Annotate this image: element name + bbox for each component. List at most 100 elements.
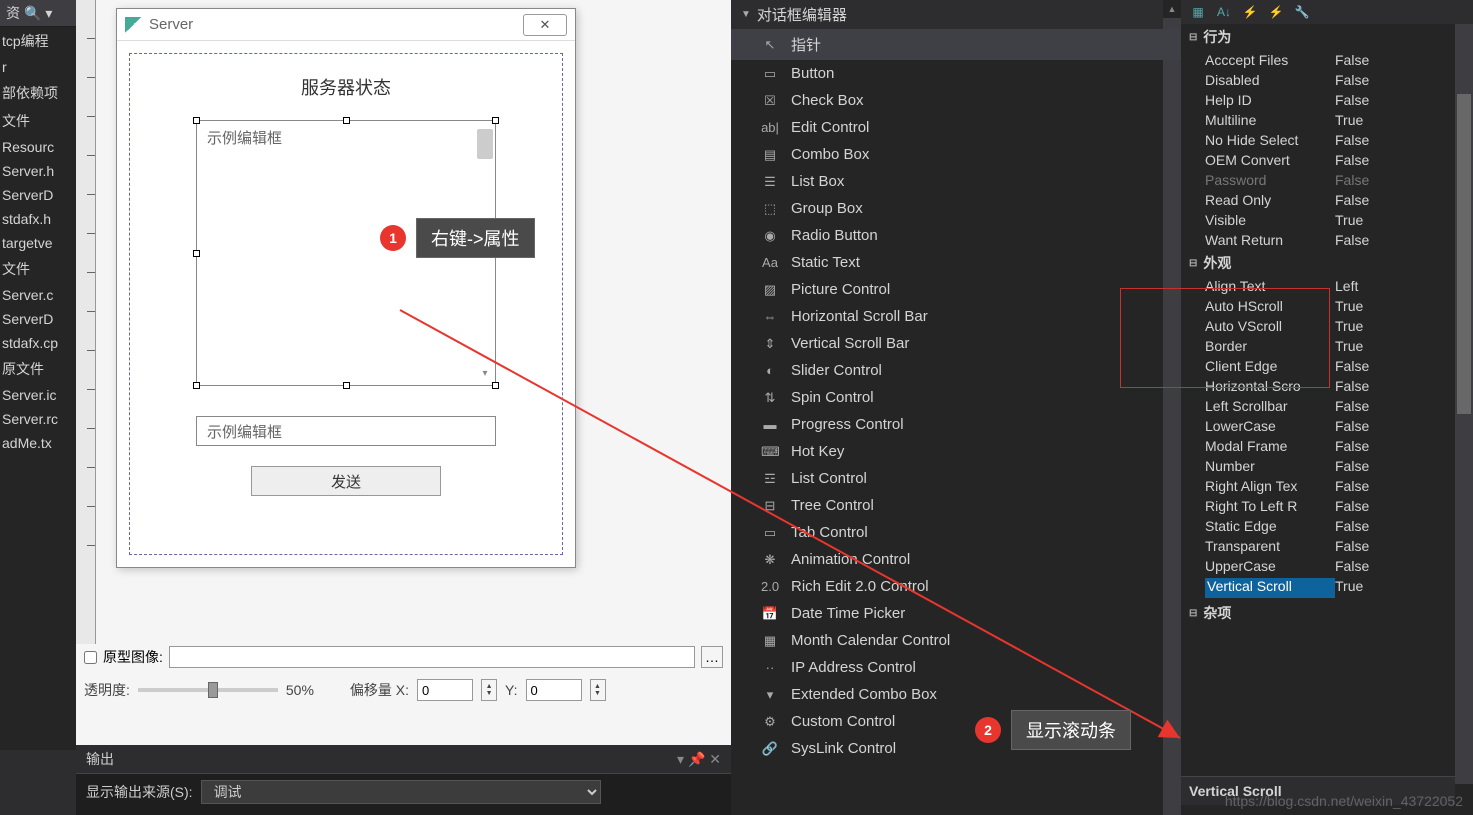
browse-button[interactable]: …: [701, 646, 723, 668]
toolbox-item[interactable]: 📅Date Time Picker: [731, 600, 1181, 627]
prop-value[interactable]: False: [1335, 398, 1473, 414]
dialog-preview-window[interactable]: Server ✕ 服务器状态 示例编辑框 ▾ 示例编辑框 发送: [116, 8, 576, 568]
toolbox-item[interactable]: ▤Combo Box: [731, 141, 1181, 168]
categorize-icon[interactable]: ▦: [1189, 3, 1207, 21]
props-group-header[interactable]: ⊟外观: [1181, 250, 1473, 276]
offset-y-input[interactable]: [526, 679, 582, 701]
expand-icon[interactable]: ⊟: [1189, 608, 1197, 619]
prop-value[interactable]: False: [1335, 478, 1473, 494]
output-panel-controls[interactable]: ▾ 📌 ✕: [677, 751, 721, 768]
spinner-y[interactable]: ▲▼: [590, 679, 606, 701]
file-item[interactable]: adMe.tx: [0, 431, 76, 455]
props-row[interactable]: No Hide SelectFalse: [1181, 130, 1473, 150]
props-group-header[interactable]: ⊟杂项: [1181, 600, 1473, 626]
props-icon[interactable]: ⚡: [1241, 3, 1259, 21]
props-scrollbar[interactable]: [1455, 24, 1473, 784]
props-row[interactable]: Right Align TexFalse: [1181, 476, 1473, 496]
prop-value[interactable]: False: [1335, 438, 1473, 454]
props-row[interactable]: Vertical ScrollTrue▾: [1181, 576, 1473, 600]
file-item[interactable]: Server.ic: [0, 383, 76, 407]
send-button[interactable]: 发送: [251, 466, 441, 496]
prop-value[interactable]: False: [1335, 538, 1473, 554]
expand-icon[interactable]: ⊟: [1189, 258, 1197, 269]
toolbox-item[interactable]: ◉Radio Button: [731, 222, 1181, 249]
toolbox-header[interactable]: ▼ 对话框编辑器: [731, 0, 1181, 29]
file-item[interactable]: 文件: [0, 107, 76, 135]
file-item[interactable]: tcp编程: [0, 27, 76, 55]
search-icon[interactable]: 🔍 ▾: [24, 5, 52, 22]
prop-value[interactable]: False: [1335, 132, 1473, 148]
opacity-slider[interactable]: [138, 688, 278, 692]
props-row[interactable]: Static EdgeFalse: [1181, 516, 1473, 536]
toolbox-item[interactable]: ⇕Vertical Scroll Bar: [731, 330, 1181, 357]
prop-value[interactable]: False: [1335, 518, 1473, 534]
prop-value[interactable]: False: [1335, 232, 1473, 248]
toolbox-item[interactable]: ▨Picture Control: [731, 276, 1181, 303]
props-row[interactable]: Right To Left RFalse: [1181, 496, 1473, 516]
file-item[interactable]: ServerD: [0, 183, 76, 207]
props-row[interactable]: DisabledFalse: [1181, 70, 1473, 90]
prop-value[interactable]: False: [1335, 172, 1473, 188]
toolbox-item[interactable]: ☰List Box: [731, 168, 1181, 195]
toolbox-item[interactable]: ▦Month Calendar Control: [731, 627, 1181, 654]
props-row[interactable]: Modal FrameFalse: [1181, 436, 1473, 456]
toolbox-item[interactable]: ▭Button: [731, 60, 1181, 87]
scroll-up-icon[interactable]: ▲: [1163, 0, 1181, 18]
file-item[interactable]: stdafx.h: [0, 207, 76, 231]
prop-value[interactable]: False: [1335, 418, 1473, 434]
toolbox-item[interactable]: ab|Edit Control: [731, 114, 1181, 141]
toolbox-item[interactable]: ☒Check Box: [731, 87, 1181, 114]
props-row[interactable]: VisibleTrue: [1181, 210, 1473, 230]
toolbox-item[interactable]: ◐Slider Control: [731, 357, 1181, 384]
props-row[interactable]: Help IDFalse: [1181, 90, 1473, 110]
props-row[interactable]: UpperCaseFalse: [1181, 556, 1473, 576]
props-row[interactable]: Read OnlyFalse: [1181, 190, 1473, 210]
toolbox-item[interactable]: ⇔Horizontal Scroll Bar: [731, 303, 1181, 330]
toolbox-item[interactable]: ⇅Spin Control: [731, 384, 1181, 411]
lightning-icon[interactable]: ⚡: [1267, 3, 1285, 21]
wrench-icon[interactable]: 🔧: [1293, 3, 1311, 21]
file-item[interactable]: 部依赖项: [0, 79, 76, 107]
file-item[interactable]: 文件: [0, 255, 76, 283]
prop-value[interactable]: True: [1335, 112, 1473, 128]
file-item[interactable]: ServerD: [0, 307, 76, 331]
proto-checkbox[interactable]: [84, 651, 97, 664]
props-row[interactable]: OEM ConvertFalse: [1181, 150, 1473, 170]
output-src-select[interactable]: 调试: [201, 780, 601, 804]
toolbox-item[interactable]: ··IP Address Control: [731, 654, 1181, 681]
file-item[interactable]: Server.h: [0, 159, 76, 183]
props-row[interactable]: NumberFalse: [1181, 456, 1473, 476]
props-row[interactable]: Want ReturnFalse: [1181, 230, 1473, 250]
props-row[interactable]: Acccept FilesFalse: [1181, 50, 1473, 70]
toolbox-item[interactable]: ↖指针: [731, 29, 1181, 60]
prop-value[interactable]: True: [1335, 212, 1473, 228]
toolbox-item[interactable]: ▭Tab Control: [731, 519, 1181, 546]
prop-value[interactable]: False: [1335, 558, 1473, 574]
expand-icon[interactable]: ⊟: [1189, 32, 1197, 43]
prop-value[interactable]: True: [1335, 298, 1473, 314]
toolbox-item[interactable]: 2.0Rich Edit 2.0 Control: [731, 573, 1181, 600]
proto-path-input[interactable]: [169, 646, 695, 668]
scroll-down-icon[interactable]: ▾: [477, 365, 493, 381]
toolbox-item[interactable]: ⊟Tree Control: [731, 492, 1181, 519]
file-item[interactable]: Server.rc: [0, 407, 76, 431]
prop-value[interactable]: False: [1335, 458, 1473, 474]
prop-value[interactable]: True: [1335, 578, 1455, 598]
prop-value[interactable]: True: [1335, 318, 1473, 334]
offset-x-input[interactable]: [417, 679, 473, 701]
file-item[interactable]: Resourc: [0, 135, 76, 159]
toolbox-item[interactable]: ❋Animation Control: [731, 546, 1181, 573]
prop-value[interactable]: False: [1335, 92, 1473, 108]
prop-value[interactable]: False: [1335, 192, 1473, 208]
file-item[interactable]: Server.c: [0, 283, 76, 307]
spinner-x[interactable]: ▲▼: [481, 679, 497, 701]
prop-value[interactable]: False: [1335, 358, 1473, 374]
props-row[interactable]: PasswordFalse: [1181, 170, 1473, 190]
props-row[interactable]: TransparentFalse: [1181, 536, 1473, 556]
file-item[interactable]: 原文件: [0, 355, 76, 383]
props-group-header[interactable]: ⊟行为: [1181, 24, 1473, 50]
alphabetize-icon[interactable]: A↓: [1215, 3, 1233, 21]
toolbox-item[interactable]: ⌨Hot Key: [731, 438, 1181, 465]
collapse-icon[interactable]: ▼: [741, 9, 751, 20]
props-row[interactable]: Left ScrollbarFalse: [1181, 396, 1473, 416]
